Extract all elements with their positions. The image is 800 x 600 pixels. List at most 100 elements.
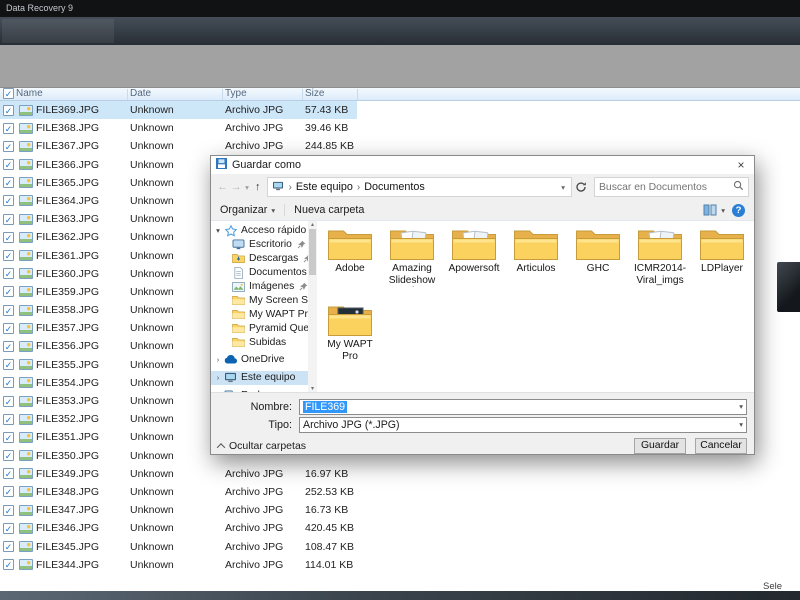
scroll-up-icon[interactable]: ▴ xyxy=(311,221,314,228)
checkbox-checked-icon[interactable]: ✓ xyxy=(3,541,14,552)
checkbox-checked-icon[interactable]: ✓ xyxy=(3,431,14,443)
file-date: Unknown xyxy=(130,485,174,498)
sidebar-item-im-genes[interactable]: Imágenes xyxy=(211,280,308,294)
breadcrumb-item[interactable]: Este equipo xyxy=(296,181,353,193)
folder-tile[interactable]: LDPlayer xyxy=(691,224,753,300)
checkbox-checked-icon[interactable]: ✓ xyxy=(3,268,14,280)
table-row[interactable]: ✓ FILE347.JPG Unknown Archivo JPG 16.73 KB xyxy=(0,501,800,519)
expander-icon[interactable]: › xyxy=(213,391,223,392)
sidebar-item-onedrive[interactable]: › OneDrive xyxy=(211,353,308,367)
folder-tile[interactable]: GHC xyxy=(567,224,629,300)
sidebar-item-pyramid-quest[interactable]: Pyramid Quest xyxy=(211,321,308,335)
window-titlebar[interactable]: Data Recovery 9 xyxy=(0,0,800,17)
window-title: Data Recovery 9 xyxy=(6,3,74,13)
checkbox-checked-icon[interactable]: ✓ xyxy=(3,140,14,152)
folder-tile[interactable]: Apowersoft xyxy=(443,224,505,300)
forward-button[interactable]: → xyxy=(229,181,242,193)
sidebar-item-este-equipo[interactable]: › Este equipo xyxy=(211,370,308,385)
new-folder-button[interactable]: Nueva carpeta xyxy=(294,204,364,216)
sidebar-item-documentos[interactable]: Documentos xyxy=(211,266,308,280)
expander-icon[interactable]: ▾ xyxy=(213,226,223,235)
table-row[interactable]: ✓ FILE349.JPG Unknown Archivo JPG 16.97 KB xyxy=(0,465,800,483)
checkbox-checked-icon[interactable]: ✓ xyxy=(3,340,14,352)
folder-grid: Adobe Amazing Slideshow Maker Apowersoft Ar… xyxy=(317,221,754,392)
checkbox-checked-icon[interactable]: ✓ xyxy=(3,304,14,316)
sidebar-item-acceso-r-pido[interactable]: ▾ Acceso rápido xyxy=(211,224,308,238)
chevron-down-icon[interactable]: ▾ xyxy=(735,420,743,429)
history-dropdown-icon[interactable]: ▾ xyxy=(243,183,251,192)
table-row[interactable]: ✓ FILE368.JPG Unknown Archivo JPG 39.46 KB xyxy=(0,119,800,137)
folder-tile[interactable]: My WAPT Pro xyxy=(319,300,381,376)
sidebar-item-subidas[interactable]: Subidas xyxy=(211,335,308,349)
address-bar[interactable]: › Este equipo › Documentos ▾ xyxy=(267,177,573,197)
checkbox-checked-icon[interactable]: ✓ xyxy=(3,286,14,298)
breadcrumb-item[interactable]: Documentos xyxy=(364,181,425,193)
scroll-down-icon[interactable]: ▾ xyxy=(311,385,314,392)
select-all-checkbox[interactable]: ✓ xyxy=(3,88,14,99)
checkbox-checked-icon[interactable]: ✓ xyxy=(3,177,14,189)
checkbox-checked-icon[interactable]: ✓ xyxy=(3,122,14,134)
expander-icon[interactable]: › xyxy=(213,373,223,382)
filename-input[interactable]: FILE369 ▾ xyxy=(299,398,747,415)
checkbox-checked-icon[interactable]: ✓ xyxy=(3,504,14,516)
file-name: FILE356.JPG xyxy=(36,340,100,353)
search-icon xyxy=(733,180,744,194)
table-row[interactable]: ✓ FILE345.JPG Unknown Archivo JPG 108.47 KB xyxy=(0,538,800,556)
table-row[interactable]: ✓ FILE344.JPG Unknown Archivo JPG 114.01 KB xyxy=(0,556,800,574)
sidebar-item-red[interactable]: › Red xyxy=(211,389,308,392)
refresh-button[interactable] xyxy=(572,181,590,193)
sidebar-item-my-wapt-pro[interactable]: My WAPT Pro xyxy=(211,307,308,321)
sidebar-item-escritorio[interactable]: Escritorio xyxy=(211,238,308,252)
sidebar-item-descargas[interactable]: Descargas xyxy=(211,252,308,266)
close-icon[interactable]: × xyxy=(733,158,749,172)
file-name: FILE361.JPG xyxy=(36,249,100,262)
back-button[interactable]: ← xyxy=(216,181,229,193)
table-row[interactable]: ✓ FILE348.JPG Unknown Archivo JPG 252.53 KB xyxy=(0,483,800,501)
checkbox-checked-icon[interactable]: ✓ xyxy=(3,486,14,498)
search-input[interactable] xyxy=(598,181,733,193)
checkbox-checked-icon[interactable]: ✓ xyxy=(3,250,14,261)
checkbox-checked-icon[interactable]: ✓ xyxy=(3,213,14,225)
filetype-select[interactable]: Archivo JPG (*.JPG) ▾ xyxy=(299,416,747,433)
checkbox-checked-icon[interactable]: ✓ xyxy=(3,359,14,371)
checkbox-checked-icon[interactable]: ✓ xyxy=(3,377,14,389)
column-header-size[interactable]: Size xyxy=(305,88,324,100)
folder-tile[interactable]: Adobe xyxy=(319,224,381,300)
checkbox-checked-icon[interactable]: ✓ xyxy=(3,450,14,462)
checkbox-checked-icon[interactable]: ✓ xyxy=(3,104,14,116)
table-row[interactable]: ✓ FILE346.JPG Unknown Archivo JPG 420.45 KB xyxy=(0,519,800,537)
organize-button[interactable]: Organizar ▾ xyxy=(220,204,275,216)
checkbox-checked-icon[interactable]: ✓ xyxy=(3,322,14,334)
save-button[interactable]: Guardar xyxy=(634,437,686,454)
table-row[interactable]: ✓ FILE367.JPG Unknown Archivo JPG 244.85 KB xyxy=(0,137,800,155)
help-button[interactable]: ? xyxy=(732,203,745,217)
checkbox-checked-icon[interactable]: ✓ xyxy=(3,413,14,425)
column-header-name[interactable]: Name xyxy=(16,88,43,100)
sidebar-scrollbar[interactable]: ▴ ▾ xyxy=(308,221,317,392)
checkbox-checked-icon[interactable]: ✓ xyxy=(3,159,14,171)
search-box[interactable] xyxy=(593,177,749,197)
folder-tile[interactable]: Articulos xyxy=(505,224,567,300)
checkbox-checked-icon[interactable]: ✓ xyxy=(3,195,14,207)
checkbox-checked-icon[interactable]: ✓ xyxy=(3,395,14,407)
chevron-down-icon[interactable]: ▾ xyxy=(735,402,743,411)
scrollbar-thumb[interactable] xyxy=(309,229,316,275)
cancel-button[interactable]: Cancelar xyxy=(695,437,747,454)
up-button[interactable]: ↑ xyxy=(251,181,264,193)
checkbox-checked-icon[interactable]: ✓ xyxy=(3,559,14,571)
checkbox-checked-icon[interactable]: ✓ xyxy=(3,231,14,243)
hide-folders-button[interactable]: Ocultar carpetas xyxy=(216,440,306,452)
column-header-type[interactable]: Type xyxy=(225,88,247,100)
column-header-date[interactable]: Date xyxy=(130,88,151,100)
folder-tile[interactable]: Amazing Slideshow Maker xyxy=(381,224,443,300)
sidebar-item-my-screen-shots[interactable]: My Screen Shots xyxy=(211,293,308,307)
view-options-button[interactable]: ▾ xyxy=(703,204,725,216)
address-dropdown-icon[interactable]: ▾ xyxy=(559,183,567,192)
dialog-titlebar[interactable]: Guardar como × xyxy=(211,156,754,174)
checkbox-checked-icon[interactable]: ✓ xyxy=(3,522,14,534)
expander-icon[interactable]: › xyxy=(213,355,223,364)
table-row[interactable]: ✓ FILE369.JPG Unknown Archivo JPG 57.43 KB xyxy=(0,101,800,120)
checkbox-checked-icon[interactable]: ✓ xyxy=(3,468,14,480)
network-icon xyxy=(223,390,238,392)
folder-tile[interactable]: ICMR2014-Viral_imgs xyxy=(629,224,691,300)
